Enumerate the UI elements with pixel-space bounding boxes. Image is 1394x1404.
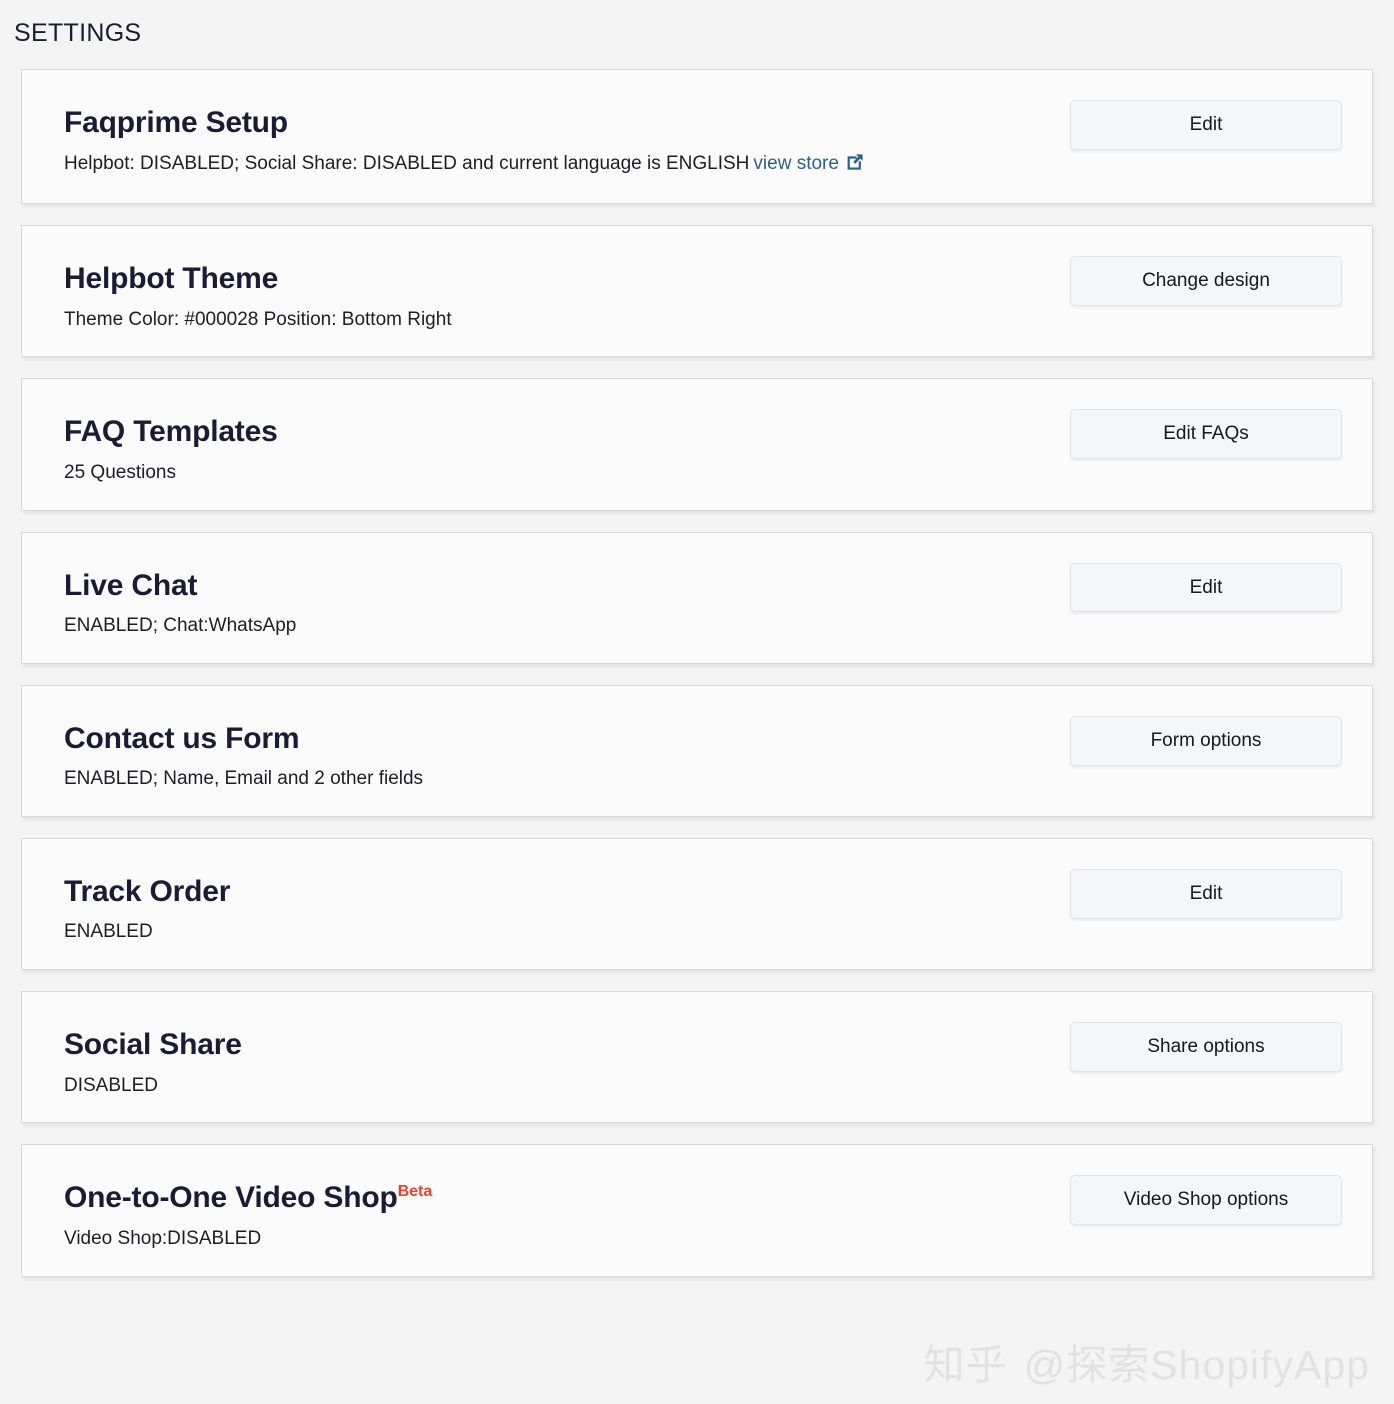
watermark: 知乎 @探索ShopifyApp [924,1345,1370,1386]
settings-card-track-order: Track Order ENABLED Edit [21,837,1373,971]
external-link-icon[interactable] [845,152,865,180]
edit-button[interactable]: Edit [1070,562,1342,613]
card-content: Social Share DISABLED [64,1020,1070,1098]
card-content: Contact us Form ENABLED; Name, Email and… [64,714,1070,792]
card-description: ENABLED; Chat:WhatsApp [64,615,297,637]
card-content: One-to-One Video ShopBeta Video Shop:DIS… [64,1173,1070,1251]
edit-button[interactable]: Edit [1070,100,1342,150]
watermark-handle: @探索ShopifyApp [1023,1342,1370,1388]
card-title: Helpbot Theme [64,262,279,296]
card-content: Track Order ENABLED [64,867,1070,945]
card-content: Faqprime Setup Helpbot: DISABLED; Social… [64,98,1070,179]
card-title: Live Chat [64,568,198,602]
beta-badge: Beta [397,1183,433,1201]
card-description: Video Shop:DISABLED [64,1227,262,1249]
edit-button[interactable]: Edit [1070,868,1342,919]
card-title: One-to-One Video ShopBeta [64,1181,1070,1216]
video-shop-options-button[interactable]: Video Shop options [1070,1175,1342,1226]
edit-faqs-button[interactable]: Edit FAQs [1070,409,1342,460]
settings-card-list: Faqprime Setup Helpbot: DISABLED; Social… [0,69,1394,1277]
view-store-link[interactable]: view store [753,153,839,174]
card-action: Edit [1070,561,1342,613]
card-content: Live Chat ENABLED; Chat:WhatsApp [64,561,1070,639]
card-description: ENABLED [64,921,153,943]
card-title: Contact us Form [64,721,300,755]
card-content: Helpbot Theme Theme Color: #000028 Posit… [64,254,1070,332]
card-description: Theme Color: #000028 Position: Bottom Ri… [64,308,452,330]
watermark-brand: 知乎 [923,1342,1008,1388]
settings-card-faqprime-setup: Faqprime Setup Helpbot: DISABLED; Social… [21,69,1373,205]
card-action: Edit [1070,98,1342,150]
form-options-button[interactable]: Form options [1070,715,1342,766]
share-options-button[interactable]: Share options [1070,1022,1342,1072]
card-description: 25 Questions [64,461,176,483]
settings-card-helpbot-theme: Helpbot Theme Theme Color: #000028 Posit… [21,225,1373,358]
card-description-text: Helpbot: DISABLED; Social Share: DISABLE… [64,152,750,174]
page-title: SETTINGS [14,19,142,47]
settings-card-contact-us-form: Contact us Form ENABLED; Name, Email and… [21,684,1373,817]
card-action: Change design [1070,254,1342,307]
card-title-text: One-to-One Video Shop [64,1181,398,1215]
settings-card-social-share: Social Share DISABLED Share options [21,991,1373,1124]
card-action: Form options [1070,714,1342,766]
card-description: Helpbot: DISABLED; Social Share: DISABLE… [64,152,1070,180]
card-description: DISABLED [64,1074,158,1096]
settings-card-video-shop: One-to-One Video ShopBeta Video Shop:DIS… [21,1144,1373,1277]
change-design-button[interactable]: Change design [1070,256,1342,307]
card-action: Edit [1070,867,1342,919]
card-title: Track Order [64,874,231,908]
settings-card-faq-templates: FAQ Templates 25 Questions Edit FAQs [21,378,1373,511]
card-description: ENABLED; Name, Email and 2 other fields [64,768,424,790]
card-action: Share options [1070,1020,1342,1072]
card-action: Edit FAQs [1070,407,1342,460]
settings-card-live-chat: Live Chat ENABLED; Chat:WhatsApp Edit [21,531,1373,664]
card-title: FAQ Templates [64,415,278,449]
card-content: FAQ Templates 25 Questions [64,407,1070,485]
card-action: Video Shop options [1070,1173,1342,1226]
card-title: Faqprime Setup [64,106,288,139]
card-title: Social Share [64,1028,242,1062]
